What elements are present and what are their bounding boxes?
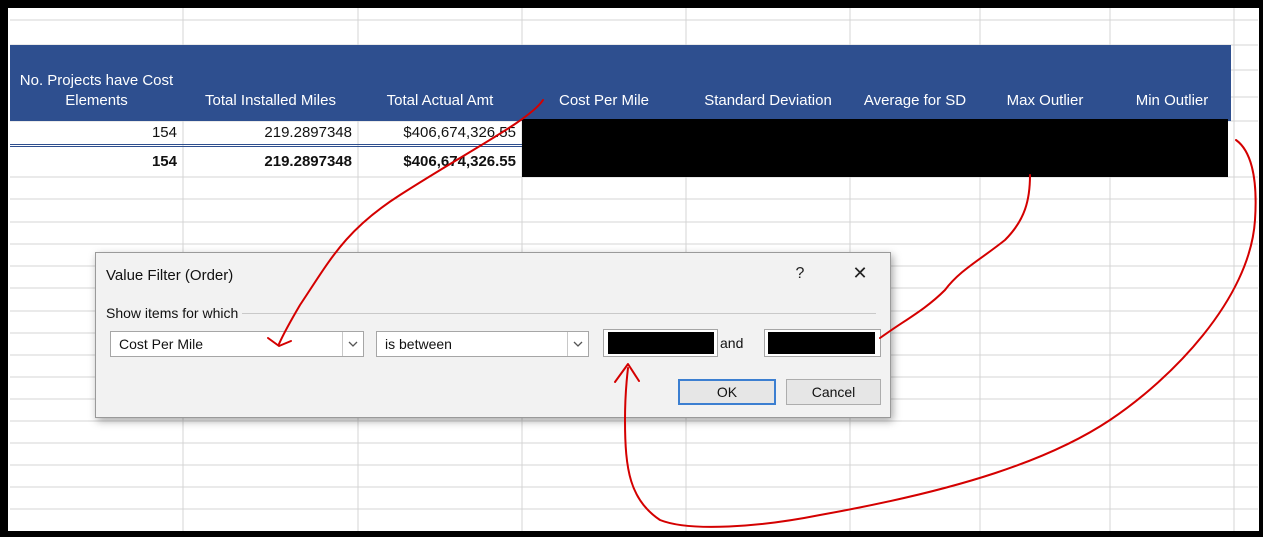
total-row-border	[10, 144, 522, 147]
ok-button[interactable]: OK	[678, 379, 776, 405]
cancel-button[interactable]: Cancel	[786, 379, 881, 405]
header-min-outlier[interactable]: Min Outlier	[1110, 45, 1234, 121]
cell-miles-row1[interactable]: 219.2897348	[183, 122, 358, 144]
redacted-values-block	[522, 119, 1228, 177]
header-no-projects[interactable]: No. Projects have Cost Elements	[10, 45, 183, 121]
cell-projects-row1[interactable]: 154	[10, 122, 183, 144]
operator-dropdown-value: is between	[385, 336, 452, 352]
min-value-input[interactable]	[603, 329, 718, 357]
help-button[interactable]: ?	[790, 263, 810, 285]
header-cost-per-mile[interactable]: Cost Per Mile	[522, 45, 686, 121]
close-button[interactable]: ✕	[848, 261, 872, 285]
chevron-down-icon[interactable]	[567, 332, 588, 356]
header-total-actual-amt[interactable]: Total Actual Amt	[358, 45, 522, 121]
value-filter-dialog: Value Filter (Order) ? ✕ Show items for …	[95, 252, 891, 418]
dialog-title: Value Filter (Order)	[106, 267, 234, 284]
field-dropdown[interactable]: Cost Per Mile	[110, 331, 364, 357]
cell-miles-total[interactable]: 219.2897348	[183, 151, 358, 173]
redacted-max-value	[768, 332, 875, 354]
cell-amount-total[interactable]: $406,674,326.55	[358, 151, 522, 173]
group-label: Show items for which	[106, 305, 243, 321]
header-standard-deviation[interactable]: Standard Deviation	[686, 45, 850, 121]
chevron-down-icon[interactable]	[342, 332, 363, 356]
and-label: and	[720, 335, 744, 351]
close-icon: ✕	[852, 263, 868, 283]
header-average-for-sd[interactable]: Average for SD	[850, 45, 980, 121]
max-value-input[interactable]	[764, 329, 881, 357]
header-total-installed-miles[interactable]: Total Installed Miles	[183, 45, 358, 121]
cell-projects-total[interactable]: 154	[10, 151, 183, 173]
header-max-outlier[interactable]: Max Outlier	[980, 45, 1110, 121]
cell-amount-row1[interactable]: $406,674,326.55	[358, 122, 522, 144]
redacted-min-value	[608, 332, 714, 354]
field-dropdown-value: Cost Per Mile	[119, 336, 204, 352]
operator-dropdown[interactable]: is between	[376, 331, 589, 357]
